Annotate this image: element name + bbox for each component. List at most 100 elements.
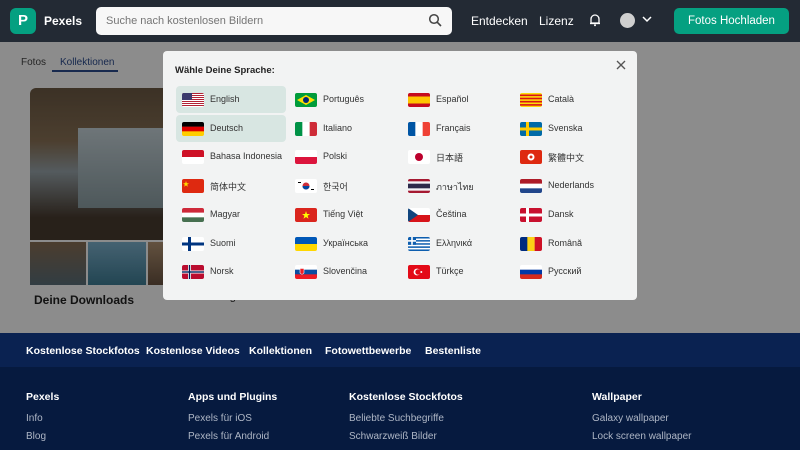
language-option[interactable]: Türkçe (402, 258, 512, 285)
footer-column-heading[interactable]: Kostenlose Stockfotos (349, 391, 463, 403)
language-option[interactable]: Bahasa Indonesia (176, 143, 286, 170)
footer-column-item[interactable]: Pexels für Android (188, 431, 269, 442)
footer-link-bar: Kostenlose Stockfotos Kostenlose Videos … (0, 333, 800, 367)
language-label: Tiếng Việt (323, 208, 364, 219)
slovakia-flag-icon (295, 265, 317, 280)
france-flag-icon (408, 121, 430, 136)
search-icon[interactable] (428, 13, 442, 27)
language-label: Română (548, 237, 583, 248)
language-label: Ελληνικά (436, 237, 473, 248)
upload-photos-button[interactable]: Fotos Hochladen (674, 8, 789, 34)
footer-column-item[interactable]: Galaxy wallpaper (592, 413, 669, 424)
language-label: Deutsch (210, 122, 244, 133)
language-label: Norsk (210, 266, 234, 277)
language-option[interactable]: Română (514, 230, 624, 257)
netherlands-flag-icon (520, 179, 542, 194)
language-option[interactable]: Русский (514, 258, 624, 285)
language-option[interactable]: Svenska (514, 115, 624, 142)
language-option[interactable]: Ελληνικά (402, 230, 512, 257)
footer-column-item[interactable]: Beliebte Suchbegriffe (349, 413, 444, 424)
language-label: Svenska (548, 122, 583, 133)
language-option[interactable]: Français (402, 115, 512, 142)
language-label: Suomi (210, 237, 236, 248)
romania-flag-icon (520, 236, 542, 251)
nav-license-link[interactable]: Lizenz (539, 14, 574, 28)
us-flag-icon (182, 93, 204, 107)
language-option[interactable]: 日本語 (402, 143, 512, 170)
language-option[interactable]: Italiano (289, 115, 399, 142)
brand-name[interactable]: Pexels (44, 14, 82, 28)
language-label: Čeština (436, 208, 467, 219)
language-option[interactable]: Suomi (176, 230, 286, 257)
search-box[interactable] (96, 7, 452, 35)
footer-link[interactable]: Kollektionen (249, 345, 312, 357)
finland-flag-icon (182, 236, 204, 251)
footer-column-item[interactable]: Info (26, 413, 43, 424)
brazil-flag-icon (295, 93, 317, 107)
language-option[interactable]: Português (289, 86, 399, 113)
language-label: Español (436, 94, 469, 104)
language-option[interactable]: ภาษาไทย (402, 172, 512, 199)
hongkong-flag-icon (520, 150, 542, 165)
russia-flag-icon (520, 265, 542, 280)
italy-flag-icon (295, 121, 317, 136)
footer: Kostenlose Stockfotos Kostenlose Videos … (0, 333, 800, 450)
language-label: Dansk (548, 208, 574, 219)
language-option[interactable]: Slovenčina (289, 258, 399, 285)
footer-column-heading[interactable]: Apps und Plugins (188, 391, 277, 403)
language-label: Català (548, 94, 575, 104)
search-input[interactable] (96, 7, 416, 35)
bell-icon[interactable] (588, 13, 602, 27)
pexels-logo-icon[interactable]: P (10, 8, 36, 34)
catalonia-flag-icon (520, 93, 542, 107)
language-option[interactable]: Magyar (176, 201, 286, 228)
denmark-flag-icon (520, 207, 542, 222)
language-option[interactable]: Čeština (402, 201, 512, 228)
close-icon[interactable] (613, 57, 629, 73)
footer-link[interactable]: Kostenlose Videos (146, 345, 240, 357)
footer-column-item[interactable]: Blog (26, 431, 46, 442)
close-button[interactable] (613, 57, 629, 73)
language-label: Français (436, 122, 471, 133)
language-option[interactable]: Català (514, 86, 624, 113)
footer-column-item[interactable]: Schwarzweiß Bilder (349, 431, 437, 442)
hungary-flag-icon (182, 207, 204, 222)
nav-discover-link[interactable]: Entdecken (471, 14, 528, 28)
norway-flag-icon (182, 265, 204, 280)
language-option[interactable]: Nederlands (514, 172, 624, 199)
footer-column-heading[interactable]: Pexels (26, 391, 59, 403)
czech-flag-icon (408, 207, 430, 222)
thailand-flag-icon (408, 179, 430, 194)
language-option[interactable]: 한국어 (289, 172, 399, 199)
footer-link[interactable]: Bestenliste (425, 345, 481, 357)
language-label: 한국어 (323, 182, 348, 193)
japan-flag-icon (408, 150, 430, 165)
footer-column-item[interactable]: Pexels für iOS (188, 413, 252, 424)
germany-flag-icon (182, 121, 204, 136)
language-label: English (210, 94, 240, 104)
language-option[interactable]: Polski (289, 143, 399, 170)
footer-column-item[interactable]: Lock screen wallpaper (592, 431, 692, 442)
language-label: Русский (548, 266, 582, 277)
spain-flag-icon (408, 93, 430, 107)
language-option[interactable]: Dansk (514, 201, 624, 228)
footer-column-heading[interactable]: Wallpaper (592, 391, 642, 403)
language-option[interactable]: Norsk (176, 258, 286, 285)
korea-flag-icon (295, 179, 317, 194)
language-option[interactable]: Deutsch (176, 114, 286, 142)
language-label: Italiano (323, 122, 353, 133)
footer-link[interactable]: Kostenlose Stockfotos (26, 345, 140, 357)
language-option[interactable]: 简体中文 (176, 172, 286, 199)
language-option[interactable]: Українська (289, 230, 399, 257)
language-option[interactable]: 繁體中文 (514, 143, 624, 170)
language-option[interactable]: Español (402, 86, 512, 113)
language-label: Polski (323, 151, 348, 162)
top-navigation-bar: P Pexels Entdecken Lizenz Fotos Hochlade… (0, 0, 800, 42)
language-option[interactable]: Tiếng Việt (289, 201, 399, 228)
language-label: Nederlands (548, 180, 595, 191)
china-flag-icon (182, 179, 204, 194)
avatar[interactable] (620, 13, 635, 28)
chevron-down-icon[interactable] (642, 15, 652, 23)
footer-link[interactable]: Fotowettbewerbe (325, 345, 411, 357)
language-option[interactable]: English (176, 86, 286, 113)
